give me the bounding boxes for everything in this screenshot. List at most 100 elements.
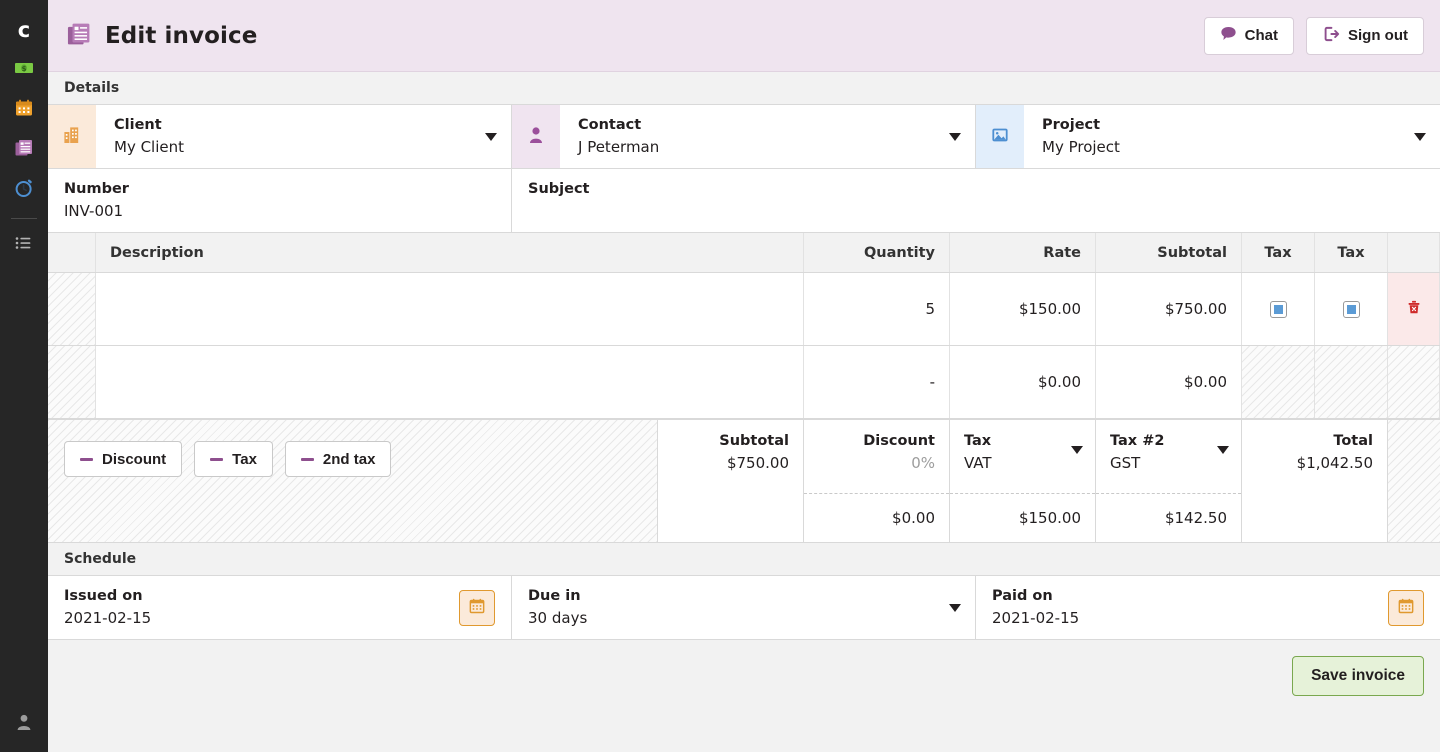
discount-top: Discount 0% [804, 420, 949, 493]
main-content: Edit invoice Chat Sign out Details Clien… [48, 0, 1440, 752]
chevron-down-icon[interactable] [949, 603, 961, 612]
user-avatar-icon [14, 712, 34, 736]
sidebar-item-invoices[interactable] [0, 130, 48, 170]
details-section-header: Details [48, 72, 1440, 105]
client-icon-box [48, 105, 96, 168]
list-icon [14, 233, 34, 257]
discount-label: Discount [863, 433, 935, 449]
column-header-tax1: Tax [1242, 233, 1315, 272]
row-delete-cell[interactable] [1388, 273, 1440, 345]
row-description[interactable] [96, 273, 804, 345]
schedule-row: Issued on 2021-02-15 Due in 30 days Paid… [48, 576, 1440, 640]
issued-on-value: 2021-02-15 [64, 609, 152, 627]
issued-on-calendar-button[interactable] [459, 589, 495, 626]
details-row-secondary: Number INV-001 Subject [48, 169, 1440, 233]
totals-tail-spacer [1388, 420, 1440, 542]
project-field[interactable]: Project My Project [976, 105, 1440, 168]
sidebar-divider [11, 218, 37, 219]
sign-out-button[interactable]: Sign out [1306, 16, 1424, 55]
page-footer: Save invoice [48, 640, 1440, 752]
issued-on-field[interactable]: Issued on 2021-02-15 [48, 576, 512, 639]
add-second-tax-button[interactable]: 2nd tax [284, 441, 392, 477]
due-in-label: Due in [528, 588, 581, 604]
chat-button[interactable]: Chat [1203, 16, 1294, 55]
line-items-header: Description Quantity Rate Subtotal Tax T… [48, 233, 1440, 273]
table-row[interactable]: 5 $150.00 $750.00 [48, 273, 1440, 346]
row-quantity[interactable]: - [804, 346, 950, 418]
client-label: Client [114, 117, 162, 133]
sign-out-button-label: Sign out [1348, 27, 1408, 44]
contact-field[interactable]: Contact J Peterman [512, 105, 976, 168]
row-tax1-checkbox-cell [1242, 346, 1315, 418]
calendar-icon [1397, 597, 1415, 619]
subtotal-bottom [658, 493, 803, 542]
sidebar-item-list[interactable] [0, 225, 48, 265]
tax2-amount: $142.50 [1096, 493, 1241, 542]
row-drag-handle[interactable] [48, 273, 96, 345]
trash-icon[interactable] [1405, 298, 1423, 320]
person-icon [526, 125, 546, 149]
tax2-label: Tax #2 [1110, 433, 1165, 449]
due-in-body: Due in 30 days [512, 576, 975, 639]
paid-on-calendar-button[interactable] [1388, 589, 1424, 626]
invoice-icon [66, 21, 92, 51]
add-second-tax-label: 2nd tax [322, 450, 376, 468]
contact-label: Contact [578, 117, 642, 133]
chevron-down-icon[interactable] [949, 132, 961, 141]
chevron-down-icon[interactable] [1217, 446, 1229, 454]
number-label: Number [64, 181, 129, 197]
page-title: Edit invoice [105, 22, 258, 49]
paid-on-field[interactable]: Paid on 2021-02-15 [976, 576, 1440, 639]
tax-value[interactable]: VAT [964, 454, 1081, 472]
row-quantity[interactable]: 5 [804, 273, 950, 345]
total-top: Total $1,042.50 [1242, 420, 1387, 493]
chevron-down-icon[interactable] [485, 132, 497, 141]
subject-field[interactable]: Subject [512, 169, 1440, 232]
column-header-subtotal: Subtotal [1096, 233, 1242, 272]
row-rate[interactable]: $0.00 [950, 346, 1096, 418]
sidebar-logo[interactable]: c [0, 10, 48, 50]
sidebar-item-timer[interactable] [0, 170, 48, 210]
sidebar-item-money[interactable]: $ [0, 50, 48, 90]
number-field[interactable]: Number INV-001 [48, 169, 512, 232]
contact-icon-box [512, 105, 560, 168]
tax-amount: $150.00 [950, 493, 1095, 542]
tax1-checkbox[interactable] [1269, 300, 1287, 318]
client-field[interactable]: Client My Client [48, 105, 512, 168]
row-delete-cell [1388, 346, 1440, 418]
minus-icon [210, 457, 224, 461]
total-label: Total [1333, 433, 1373, 449]
money-icon: $ [14, 58, 34, 82]
invoices-icon [14, 138, 34, 162]
image-icon [990, 125, 1010, 149]
number-field-body: Number INV-001 [48, 169, 511, 232]
tax2-column[interactable]: Tax #2 GST $142.50 [1096, 420, 1242, 542]
row-description[interactable] [96, 346, 804, 418]
save-invoice-button[interactable]: Save invoice [1292, 656, 1424, 696]
tax-column[interactable]: Tax VAT $150.00 [950, 420, 1096, 542]
chevron-down-icon[interactable] [1071, 446, 1083, 454]
subject-field-body: Subject [512, 169, 1440, 232]
discount-value[interactable]: 0% [818, 454, 935, 472]
tax2-value[interactable]: GST [1110, 454, 1227, 472]
row-drag-handle[interactable] [48, 346, 96, 418]
sidebar-item-calendar[interactable] [0, 90, 48, 130]
add-tax-button[interactable]: Tax [194, 441, 273, 477]
discount-column[interactable]: Discount 0% $0.00 [804, 420, 950, 542]
row-tax1-checkbox-cell[interactable] [1242, 273, 1315, 345]
details-row-primary: Client My Client Contact J Peterman Proj… [48, 105, 1440, 169]
sidebar-item-account[interactable] [0, 704, 48, 744]
subject-label: Subject [528, 181, 590, 197]
calendar-icon [14, 98, 34, 122]
row-rate[interactable]: $150.00 [950, 273, 1096, 345]
column-header-quantity: Quantity [804, 233, 950, 272]
due-in-field[interactable]: Due in 30 days [512, 576, 976, 639]
add-discount-button[interactable]: Discount [64, 441, 183, 477]
chevron-down-icon[interactable] [1414, 132, 1426, 141]
tax2-checkbox[interactable] [1342, 300, 1360, 318]
building-icon [62, 125, 82, 149]
table-row[interactable]: - $0.00 $0.00 [48, 346, 1440, 419]
row-tax2-checkbox-cell[interactable] [1315, 273, 1388, 345]
number-value: INV-001 [64, 202, 124, 220]
project-icon-box [976, 105, 1024, 168]
